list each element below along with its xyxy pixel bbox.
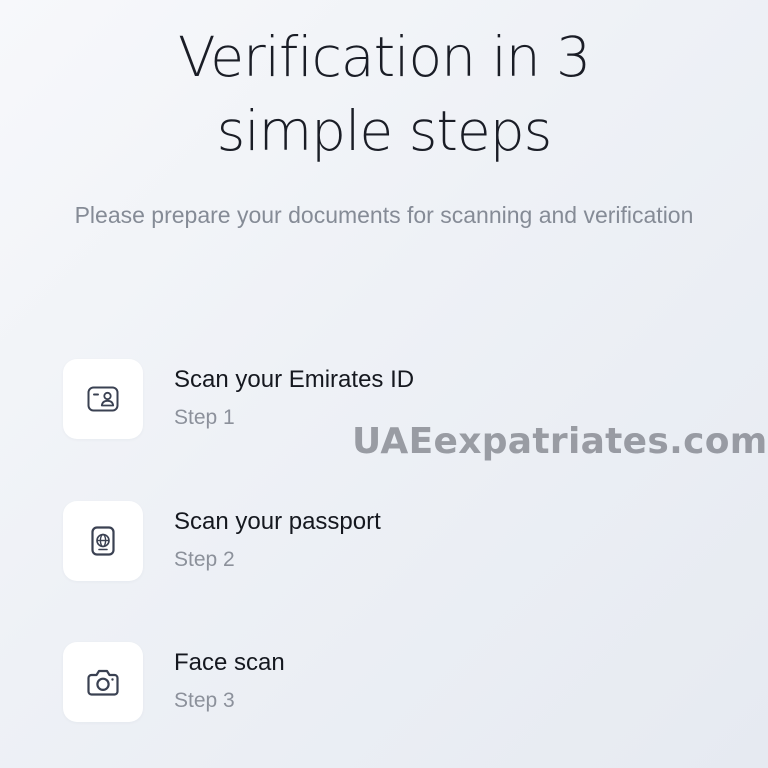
step-number: Step 3 [174,689,235,712]
step-item-passport[interactable]: Scan your passport Step 2 [63,501,663,581]
step-title: Face scan [174,649,285,676]
id-card-icon [87,386,119,412]
page-title: Verification in 3 simple steps [0,20,768,168]
step-number: Step 1 [174,406,235,429]
step-item-face-scan[interactable]: Face scan Step 3 [63,642,663,722]
step-title: Scan your passport [174,508,381,535]
title-line-1: Verification in 3 [177,25,591,89]
title-line-2: simple steps [216,99,553,163]
step-icon-card [63,359,143,439]
passport-icon [91,526,115,556]
camera-icon [87,669,119,696]
step-number: Step 2 [174,548,235,571]
step-title: Scan your Emirates ID [174,366,415,393]
step-icon-card [63,642,143,722]
watermark-text: UAEexpatriates.com [352,421,768,462]
step-icon-card [63,501,143,581]
page-subtitle: Please prepare your documents for scanni… [74,202,694,228]
